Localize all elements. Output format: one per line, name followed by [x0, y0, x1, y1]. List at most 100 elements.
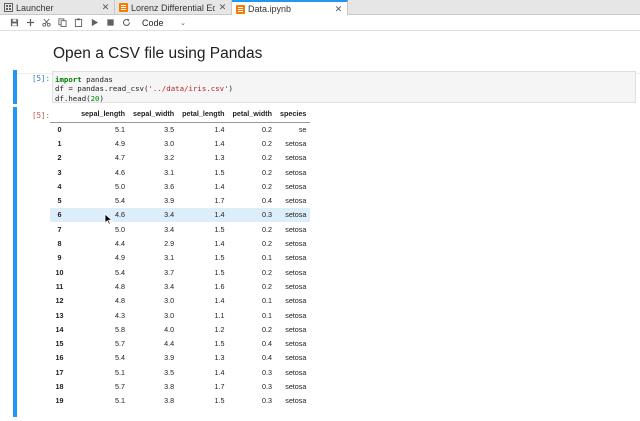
column-header: sepal_length [69, 105, 129, 123]
table-row: 19 5.1 3.8 1.5 0.3 setosa [50, 394, 310, 408]
table-cell: 1.2 [214, 324, 225, 334]
table-row: 8 4.4 2.9 1.4 0.2 setosa [50, 236, 310, 250]
table-cell: 1.4 [214, 210, 225, 220]
tab-label: Data.ipynb [248, 4, 292, 14]
table-cell: 0.4 [262, 196, 273, 206]
column-header: species [276, 105, 311, 123]
table-cell: 1.5 [214, 339, 225, 349]
dataframe-table: sepal_length sepal_width petal_length pe… [50, 105, 311, 408]
table-cell: setosa [285, 353, 307, 363]
paste-icon[interactable] [70, 16, 86, 30]
table-cell: 3.2 [164, 153, 175, 163]
table-row: 2 4.7 3.2 1.3 0.2 setosa [50, 151, 310, 165]
restart-icon[interactable] [118, 16, 134, 30]
tab-launcher[interactable]: Launcher ✕ [0, 0, 115, 15]
table-cell: setosa [285, 310, 307, 320]
table-cell: 3.4 [164, 281, 175, 291]
table-cell: 5.1 [115, 367, 125, 377]
close-icon[interactable]: ✕ [101, 2, 110, 13]
table-cell: 4.4 [164, 339, 175, 349]
table-cell: 1.6 [214, 281, 225, 291]
table-cell: setosa [285, 267, 307, 277]
tab-lorenz[interactable]: Lorenz Differential Equatio ✕ [115, 0, 232, 15]
table-cell: 3.0 [164, 296, 175, 306]
row-index: 19 [55, 396, 64, 406]
input-collapser[interactable] [13, 70, 17, 104]
table-row: 18 5.7 3.8 1.7 0.3 setosa [50, 379, 310, 393]
table-cell: 1.1 [214, 310, 225, 320]
table-cell: 0.2 [262, 181, 273, 191]
run-icon[interactable] [86, 16, 102, 30]
save-icon[interactable] [6, 16, 22, 30]
table-cell: setosa [285, 339, 307, 349]
row-index: 12 [55, 296, 64, 306]
table-header-row: sepal_length sepal_width petal_length pe… [50, 105, 311, 123]
table-cell: 5.4 [115, 353, 125, 363]
table-cell: 0.3 [262, 381, 273, 391]
table-cell: 1.4 [214, 239, 225, 249]
table-row: 16 5.4 3.9 1.3 0.4 setosa [50, 351, 310, 365]
column-header: sepal_width [129, 105, 179, 123]
table-cell: setosa [285, 224, 307, 234]
table-cell: 0.4 [262, 339, 273, 349]
table-row: 3 4.6 3.1 1.5 0.2 setosa [50, 165, 310, 179]
table-row: 17 5.1 3.5 1.4 0.3 setosa [50, 365, 310, 379]
table-cell: 1.7 [214, 381, 225, 391]
copy-icon[interactable] [54, 16, 70, 30]
table-cell: 1.5 [214, 167, 225, 177]
notebook-toolbar: Code ⌄ [0, 15, 640, 31]
stop-icon[interactable] [102, 16, 118, 30]
table-cell: 3.4 [164, 210, 175, 220]
add-cell-icon[interactable] [22, 16, 38, 30]
table-cell: 0.2 [262, 224, 273, 234]
row-index: 17 [55, 367, 64, 377]
row-index: 8 [57, 239, 62, 249]
tab-label: Lorenz Differential Equatio [131, 2, 215, 13]
close-icon[interactable]: ✕ [334, 4, 343, 15]
close-icon[interactable]: ✕ [218, 2, 227, 13]
table-cell: setosa [285, 324, 307, 334]
output-collapser[interactable] [13, 107, 17, 417]
code-string: '../data/iris.csv' [148, 84, 229, 94]
tab-bar: Launcher ✕ Lorenz Differential Equatio ✕… [0, 0, 640, 16]
table-cell: setosa [285, 281, 307, 291]
table-cell: 5.7 [115, 381, 125, 391]
notebook-panel[interactable]: Open a CSV file using Pandas [5]: import… [0, 31, 640, 421]
row-index: 13 [55, 310, 64, 320]
row-index: 14 [55, 324, 64, 334]
launcher-icon [4, 3, 13, 12]
tab-label: Launcher [16, 2, 54, 13]
table-cell: 0.1 [262, 253, 273, 263]
code-text: pandas [81, 75, 113, 84]
table-cell: 3.5 [164, 367, 175, 377]
table-cell: setosa [285, 367, 307, 377]
table-cell: 3.8 [164, 396, 175, 406]
row-index: 4 [57, 181, 62, 191]
table-cell: 5.8 [115, 324, 125, 334]
table-cell: 0.1 [262, 296, 273, 306]
table-cell: 4.0 [164, 324, 175, 334]
table-cell: 1.4 [214, 296, 225, 306]
column-header-index [50, 105, 69, 123]
table-cell: 0.2 [262, 153, 273, 163]
table-cell: setosa [285, 181, 307, 191]
table-cell: 0.2 [262, 267, 273, 277]
cut-icon[interactable] [38, 16, 54, 30]
tab-data-ipynb[interactable]: Data.ipynb ✕ [232, 0, 348, 16]
table-cell: 0.2 [262, 167, 273, 177]
table-row: 15 5.7 4.4 1.5 0.4 setosa [50, 336, 310, 350]
code-editor[interactable]: import pandas df = pandas.read_csv('../d… [52, 71, 636, 103]
row-index: 1 [57, 138, 62, 148]
table-cell: setosa [285, 239, 307, 249]
table-cell: setosa [285, 210, 307, 220]
cell-type-dropdown[interactable]: Code ⌄ [142, 18, 186, 28]
table-cell: 0.3 [262, 210, 273, 220]
table-cell: 4.6 [115, 167, 125, 177]
table-cell: se [298, 124, 307, 134]
table-row: 13 4.3 3.0 1.1 0.1 setosa [50, 308, 310, 322]
column-header: petal_length [178, 105, 229, 123]
table-row: 4 5.0 3.6 1.4 0.2 setosa [50, 179, 310, 193]
table-cell: 1.3 [214, 153, 225, 163]
table-cell: 3.8 [164, 381, 175, 391]
table-cell: 0.3 [262, 367, 273, 377]
